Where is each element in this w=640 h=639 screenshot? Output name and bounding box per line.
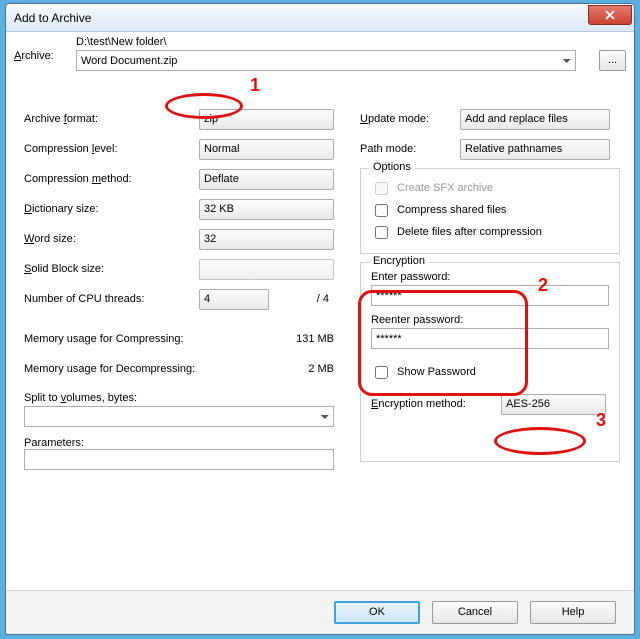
params-input[interactable] [24,449,334,470]
split-select[interactable] [24,406,334,427]
dict-label: Dictionary size: [24,203,199,215]
encmethod-label: Encryption method: [371,398,501,410]
encmethod-select[interactable]: AES-256 [501,394,606,415]
right-column: Update mode:Add and replace files Path m… [360,104,620,470]
window-title: Add to Archive [14,11,588,25]
content-area: Archive: D:\test\New folder\ Word Docume… [14,36,626,584]
memd-label: Memory usage for Decompressing: [24,363,264,375]
ok-button[interactable]: OK [334,601,420,624]
sfx-checkbox [375,182,388,195]
browse-button[interactable]: ... [599,50,626,71]
shared-checkbox[interactable] [375,204,388,217]
archive-filename-input[interactable]: Word Document.zip [76,50,576,71]
reenter-pw-input[interactable] [371,328,609,349]
help-button[interactable]: Help [530,601,616,624]
solid-select [199,259,334,280]
showpw-check[interactable]: Show Password [371,361,609,383]
pathmode-select[interactable]: Relative pathnames [460,139,610,160]
left-column: Archive format:zip Compression level:Nor… [24,104,344,473]
encryption-legend: Encryption [369,255,429,267]
delete-check[interactable]: Delete files after compression [371,221,609,243]
close-icon [605,10,615,20]
word-label: Word size: [24,233,199,245]
level-select[interactable]: Normal [199,139,334,160]
cancel-button[interactable]: Cancel [432,601,518,624]
level-label: Compression level: [24,143,199,155]
archive-label: Archive: [14,36,76,62]
memc-value: 131 MB [264,333,334,345]
format-select[interactable]: zip [199,109,334,130]
enter-pw-input[interactable] [371,285,609,306]
split-label: Split to volumes, bytes: [24,392,344,404]
threads-max: / 4 [269,293,329,305]
method-select[interactable]: Deflate [199,169,334,190]
params-label: Parameters: [24,437,344,449]
memc-label: Memory usage for Compressing: [24,333,264,345]
options-group: Options Create SFX archive Compress shar… [360,168,620,254]
update-label: Update mode: [360,113,460,125]
dict-select[interactable]: 32 KB [199,199,334,220]
showpw-checkbox[interactable] [375,366,388,379]
close-button[interactable] [588,5,632,25]
method-label: Compression method: [24,173,199,185]
reenter-pw-label: Reenter password: [371,314,609,326]
archive-path: D:\test\New folder\ [76,36,591,48]
titlebar: Add to Archive [6,4,634,32]
delete-checkbox[interactable] [375,226,388,239]
solid-label: Solid Block size: [24,263,199,275]
options-legend: Options [369,161,415,173]
pathmode-label: Path mode: [360,143,460,155]
enter-pw-label: Enter password: [371,271,609,283]
shared-check[interactable]: Compress shared files [371,199,609,221]
footer: OK Cancel Help [6,590,634,634]
encryption-group: Encryption Enter password: Reenter passw… [360,262,620,462]
sfx-check: Create SFX archive [371,177,609,199]
threads-select[interactable]: 4 [199,289,269,310]
dialog-window: Add to Archive Archive: D:\test\New fold… [5,3,635,635]
word-select[interactable]: 32 [199,229,334,250]
memd-value: 2 MB [264,363,334,375]
threads-label: Number of CPU threads: [24,293,199,305]
format-label: Archive format: [24,113,199,125]
update-select[interactable]: Add and replace files [460,109,610,130]
